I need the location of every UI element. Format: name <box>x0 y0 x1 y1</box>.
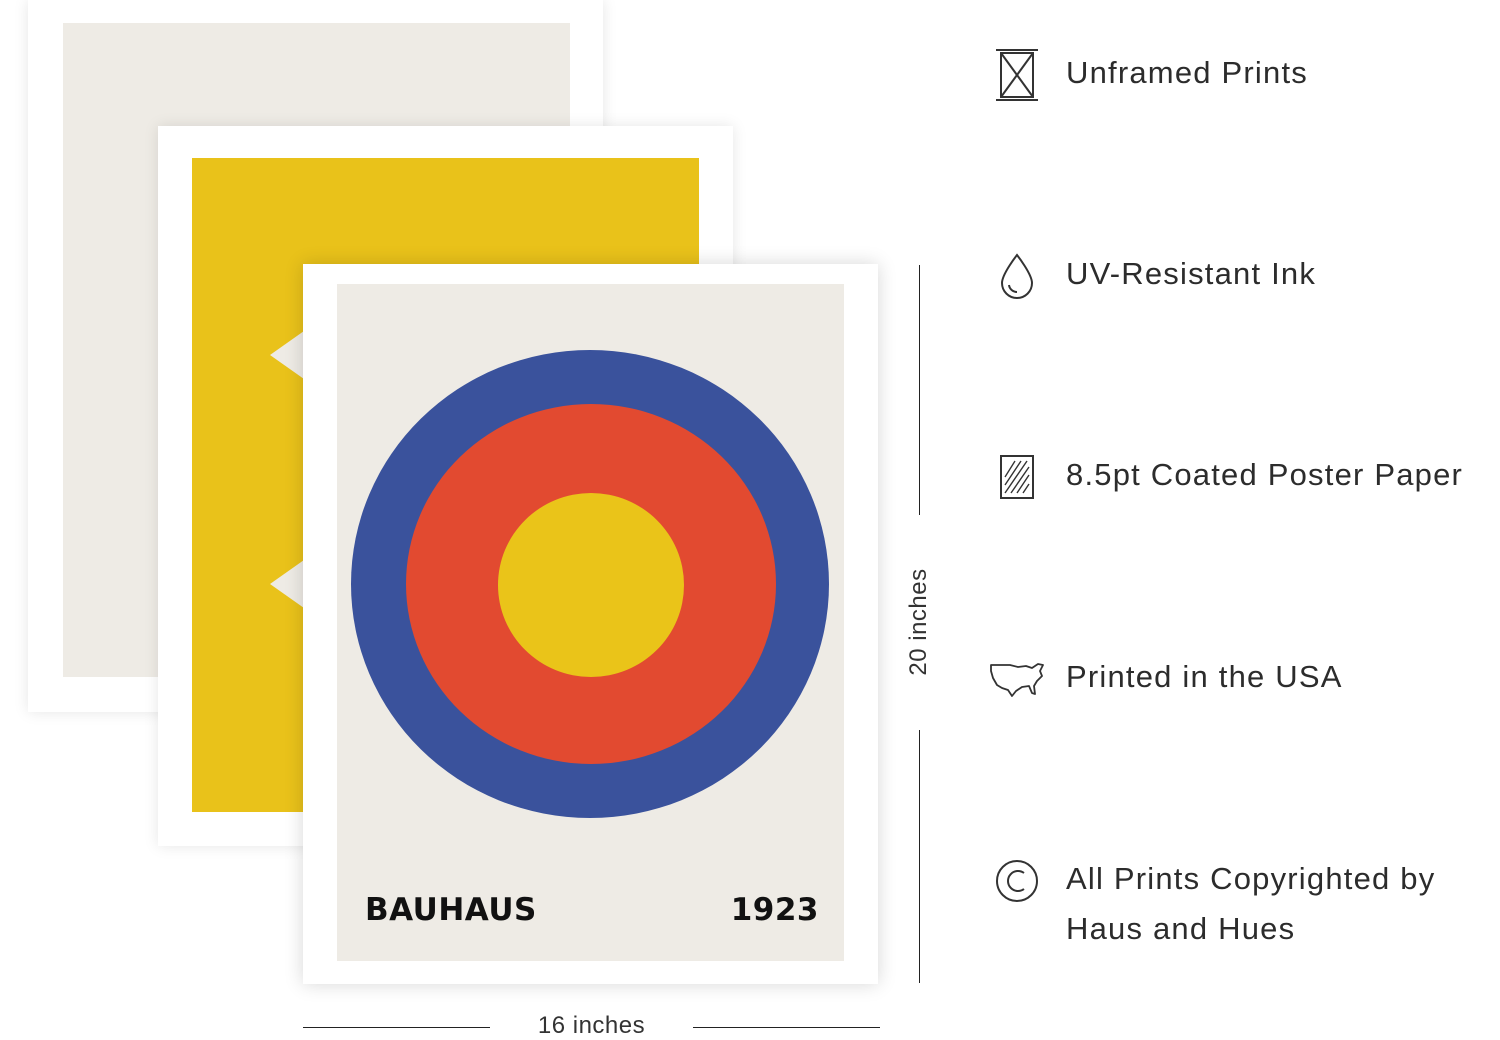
front-poster-art: BAUHAUS 1923 <box>337 284 844 961</box>
yellow-circle <box>498 493 684 677</box>
feature-text: Unframed Prints <box>1066 55 1308 90</box>
paper-sheet-icon <box>986 450 1048 504</box>
height-dimension-line <box>919 730 920 983</box>
unframed-box-icon <box>986 48 1048 102</box>
feature-text: UV-Resistant Ink <box>1066 256 1317 291</box>
feature-text: All Prints Copyrighted by Haus and Hues <box>1066 861 1436 946</box>
width-dimension-line <box>693 1027 880 1028</box>
feature-text: 8.5pt Coated Poster Paper <box>1066 457 1464 492</box>
ink-drop-icon <box>986 249 1048 303</box>
usa-map-icon <box>986 652 1048 706</box>
poster-year: 1923 <box>730 892 819 928</box>
height-dimension-label: 20 inches <box>905 568 932 676</box>
feature-text: Printed in the USA <box>1066 659 1343 694</box>
width-dimension-line <box>303 1027 490 1028</box>
poster-title: BAUHAUS <box>365 892 537 928</box>
middle-poster-triangle-shape <box>270 331 304 379</box>
front-poster: BAUHAUS 1923 <box>303 264 878 984</box>
copyright-icon <box>986 854 1048 908</box>
width-dimension-label: 16 inches <box>537 1012 646 1039</box>
height-dimension-line <box>919 265 920 515</box>
middle-poster-triangle-shape <box>270 560 304 608</box>
